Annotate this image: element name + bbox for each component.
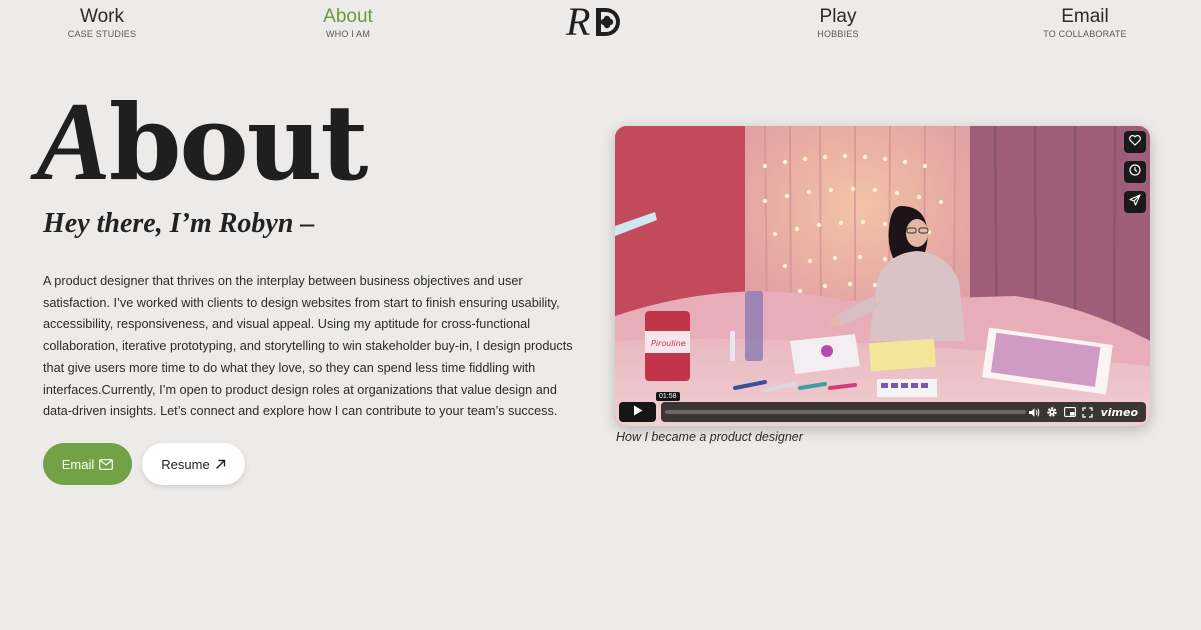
resume-button[interactable]: Resume (142, 443, 245, 485)
duration-badge: 01:58 (656, 392, 680, 401)
nav-about[interactable]: About WHO I AM (303, 6, 393, 39)
nav-work-title: Work (80, 6, 124, 27)
progress-bar: vimeo (661, 402, 1146, 422)
volume-icon[interactable] (1028, 407, 1040, 418)
video-frame: Pirouline (615, 126, 1150, 426)
rd-logo[interactable]: R (565, 0, 630, 44)
resume-button-label: Resume (161, 456, 210, 472)
svg-text:Pirouline: Pirouline (651, 339, 686, 348)
arrow-up-right-icon (215, 459, 226, 470)
vimeo-logo[interactable]: vimeo (1101, 406, 1138, 419)
page-title: About (36, 80, 369, 204)
send-icon (1129, 193, 1141, 211)
pip-icon[interactable] (1063, 407, 1076, 417)
nav-work-subtitle: CASE STUDIES (67, 29, 137, 39)
page-title-initial: A (36, 80, 111, 204)
nav-play-title: Play (819, 6, 857, 27)
play-button[interactable] (619, 402, 656, 422)
share-button[interactable] (1124, 191, 1146, 213)
control-icons: vimeo (1028, 402, 1138, 422)
heart-icon (1129, 133, 1141, 151)
nav-play[interactable]: Play HOBBIES (793, 6, 883, 39)
like-button[interactable] (1124, 131, 1146, 153)
bio-paragraph: A product designer that thrives on the i… (43, 274, 573, 419)
video-caption: How I became a product designer (616, 430, 803, 444)
nav-about-subtitle: WHO I AM (325, 29, 371, 39)
clock-icon (1129, 163, 1141, 181)
top-nav: Work CASE STUDIES About WHO I AM R Play … (0, 0, 1201, 50)
mail-icon (99, 458, 114, 470)
nav-work[interactable]: Work CASE STUDIES (56, 6, 148, 39)
email-button-label: Email (61, 456, 95, 472)
page-title-rest: bout (108, 81, 369, 204)
fullscreen-icon[interactable] (1081, 406, 1093, 418)
video-player[interactable]: Pirouline 01:58 vimeo (615, 126, 1150, 426)
greeting: Hey there, I’m Robyn – (43, 208, 315, 239)
play-icon (633, 403, 643, 421)
svg-text:R: R (566, 2, 590, 40)
nav-email[interactable]: Email TO COLLABORATE (1030, 6, 1140, 39)
video-controls: vimeo (619, 402, 1146, 422)
watch-later-button[interactable] (1124, 161, 1146, 183)
nav-email-title: Email (1061, 6, 1109, 27)
seek-bar[interactable] (665, 410, 1026, 414)
nav-email-subtitle: TO COLLABORATE (1043, 29, 1127, 39)
email-button[interactable]: Email (43, 443, 132, 485)
nav-play-subtitle: HOBBIES (817, 29, 859, 39)
nav-about-title: About (323, 6, 373, 27)
settings-icon[interactable] (1046, 406, 1058, 418)
